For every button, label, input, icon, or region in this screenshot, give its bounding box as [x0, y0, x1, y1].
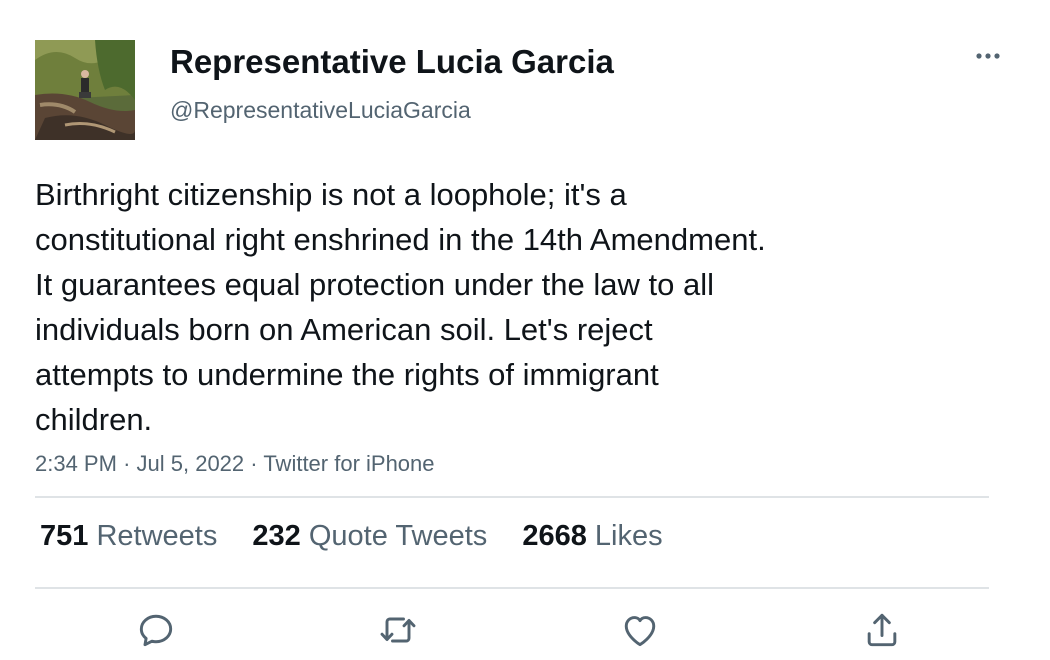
- retweets-label: Retweets: [96, 520, 218, 552]
- retweet-button[interactable]: [376, 608, 420, 652]
- like-button[interactable]: [618, 608, 662, 652]
- divider: [35, 496, 989, 498]
- tweet-text-line: children.: [35, 402, 153, 437]
- profile-photo-icon: [35, 40, 135, 140]
- user-handle[interactable]: @RepresentativeLuciaGarcia: [170, 97, 471, 124]
- likes-count: 2668: [522, 520, 587, 552]
- tweet-metadata: 2:34 PM · Jul 5, 2022 · Twitter for iPho…: [35, 451, 435, 477]
- tweet-text: Birthright citizenship is not a loophole…: [35, 172, 935, 442]
- share-button[interactable]: [860, 608, 904, 652]
- quote-tweets-count: 232: [252, 520, 301, 552]
- quote-tweets-stat[interactable]: 232 Quote Tweets: [252, 520, 487, 552]
- likes-stat[interactable]: 2668 Likes: [522, 520, 662, 552]
- meta-separator: ·: [250, 451, 258, 476]
- quote-tweets-label: Quote Tweets: [308, 520, 488, 552]
- tweet-text-line: attempts to undermine the rights of immi…: [35, 357, 659, 392]
- more-options-button[interactable]: [968, 42, 1008, 70]
- divider: [35, 587, 989, 589]
- tweet-text-line: It guarantees equal protection under the…: [35, 267, 715, 302]
- avatar[interactable]: [35, 40, 135, 140]
- tweet-date[interactable]: Jul 5, 2022: [137, 451, 245, 476]
- meta-separator: ·: [123, 451, 131, 476]
- likes-label: Likes: [594, 520, 663, 552]
- tweet-source[interactable]: Twitter for iPhone: [263, 451, 434, 476]
- tweet-text-line: constitutional right enshrined in the 14…: [35, 222, 766, 257]
- retweets-stat[interactable]: 751 Retweets: [40, 520, 217, 552]
- tweet-text-line: individuals born on American soil. Let's…: [35, 312, 653, 347]
- retweets-count: 751: [40, 520, 89, 552]
- reply-button[interactable]: [134, 608, 178, 652]
- reply-icon: [139, 614, 173, 647]
- like-icon: [624, 616, 656, 647]
- tweet-time[interactable]: 2:34 PM: [35, 451, 117, 476]
- retweet-icon: [380, 617, 416, 643]
- more-icon: [976, 53, 1000, 59]
- engagement-stats: 751 Retweets 232 Quote Tweets 2668 Likes: [40, 520, 690, 553]
- tweet-text-line: Birthright citizenship is not a loophole…: [35, 177, 627, 212]
- display-name[interactable]: Representative Lucia Garcia: [170, 43, 614, 81]
- share-icon: [867, 613, 897, 647]
